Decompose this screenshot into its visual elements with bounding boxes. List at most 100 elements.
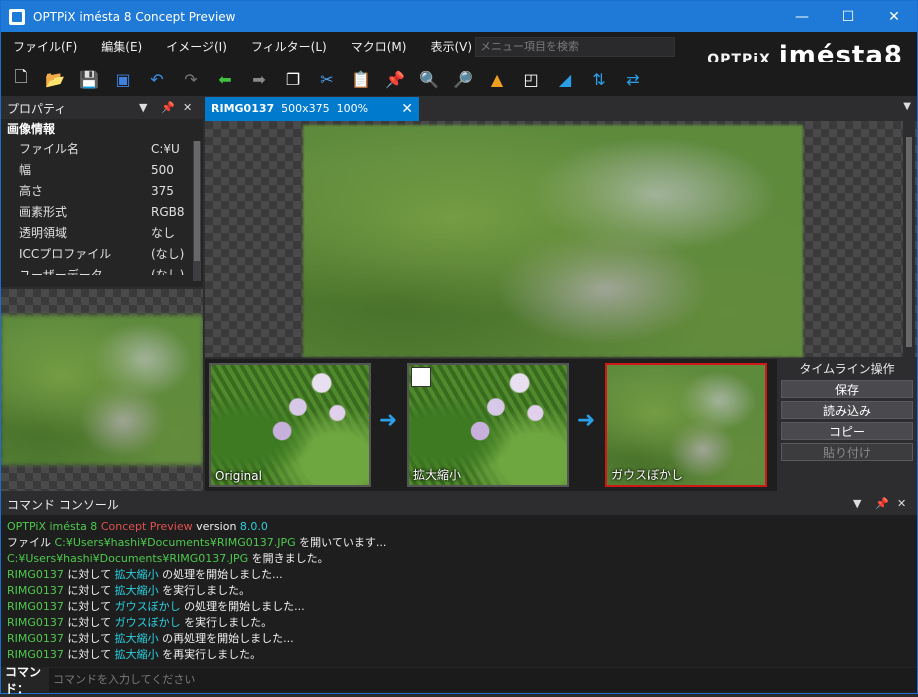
- console-segment: の処理を開始しました...: [158, 568, 283, 581]
- save-icon[interactable]: 💾: [77, 67, 101, 91]
- menu-search-input[interactable]: メニュー項目を検索: [475, 37, 675, 57]
- navigator-preview[interactable]: [1, 289, 203, 491]
- console-segment: RIMG0137: [7, 632, 64, 645]
- timeline-step[interactable]: ガウスぼかし: [605, 363, 767, 487]
- prop-value: (なし): [151, 247, 185, 261]
- load-timeline-button[interactable]: 読み込み: [781, 401, 913, 419]
- console-segment: を開いています...: [295, 536, 387, 549]
- command-input[interactable]: コマンドを入力してください: [49, 668, 917, 692]
- console-output: OPTPiX imésta 8 Concept Preview version …: [1, 515, 917, 667]
- console-segment: 拡大縮小: [114, 584, 159, 597]
- prop-key: ファイル名: [19, 142, 80, 156]
- arrow-icon: ➜: [378, 408, 398, 433]
- paste-timeline-button[interactable]: 貼り付け: [781, 443, 913, 461]
- resize-icon: [411, 367, 431, 387]
- menu-file[interactable]: ファイル(F): [1, 32, 89, 62]
- console-segment: RIMG0137: [7, 648, 64, 661]
- maximize-button[interactable]: ☐: [825, 1, 871, 32]
- forward-arrow-icon[interactable]: ➡: [247, 67, 271, 91]
- zoom-in-icon[interactable]: 🔍: [417, 67, 441, 91]
- color-reduce-icon[interactable]: ▲: [485, 67, 509, 91]
- console-segment: を開きました。: [248, 552, 329, 565]
- doc-size: 500x375: [281, 102, 330, 115]
- prop-row[interactable]: 高さ 375: [1, 181, 203, 202]
- console-segment: 拡大縮小: [114, 632, 159, 645]
- command-bar: コマンド： コマンドを入力してください: [1, 665, 917, 696]
- console-segment: に対して: [63, 568, 115, 581]
- undo-icon[interactable]: ↶: [145, 67, 169, 91]
- menu-macro[interactable]: マクロ(M): [339, 32, 419, 62]
- properties-header: プロパティ ▼ 📌 ✕: [1, 97, 203, 119]
- pin-icon[interactable]: 📌: [161, 97, 175, 119]
- console-line: RIMG0137 に対して ガウスぼかし を実行しました。: [7, 615, 911, 631]
- command-label: コマンド：: [5, 665, 42, 696]
- console-segment: ガウスぼかし: [114, 600, 181, 613]
- menu-edit[interactable]: 編集(E): [89, 32, 154, 62]
- console-segment: に対して: [63, 584, 115, 597]
- panel-dropdown-icon[interactable]: ▼: [139, 97, 147, 119]
- image-canvas[interactable]: [205, 121, 917, 357]
- pin-icon[interactable]: 📌: [875, 493, 889, 515]
- prop-value: 500: [151, 163, 174, 177]
- console-segment: Concept Preview: [100, 520, 193, 533]
- menu-image[interactable]: イメージ(I): [154, 32, 239, 62]
- menu-filter[interactable]: フィルター(L): [239, 32, 339, 62]
- console-segment: を再実行しました。: [158, 648, 262, 661]
- back-arrow-icon[interactable]: ⬅: [213, 67, 237, 91]
- copy-icon[interactable]: ❐: [281, 67, 305, 91]
- properties-scrollbar[interactable]: [193, 141, 201, 281]
- console-segment: version: [192, 520, 240, 533]
- prop-row[interactable]: ICCプロファイル (なし): [1, 244, 203, 265]
- paste-icon[interactable]: 📋: [349, 67, 373, 91]
- document-tab[interactable]: RIMG0137 500x375 100% ✕: [205, 97, 419, 121]
- save-timeline-button[interactable]: 保存: [781, 380, 913, 398]
- flip-vertical-icon[interactable]: ⇅: [587, 67, 611, 91]
- minimize-button[interactable]: —: [779, 1, 825, 32]
- close-window-button[interactable]: ✕: [871, 1, 917, 32]
- console-segment: の処理を開始しました...: [180, 600, 305, 613]
- timeline-step[interactable]: Original: [209, 363, 371, 487]
- console-segment: RIMG0137: [7, 568, 64, 581]
- console-segment: を実行しました。: [180, 616, 273, 629]
- console-line: RIMG0137 に対して 拡大縮小 の処理を開始しました...: [7, 567, 911, 583]
- resize-icon[interactable]: ◰: [519, 67, 543, 91]
- tab-list-icon[interactable]: ▼: [903, 101, 911, 112]
- save-all-icon[interactable]: ▣: [111, 67, 135, 91]
- prop-key: 高さ: [19, 184, 44, 198]
- close-tab-icon[interactable]: ✕: [401, 97, 413, 121]
- arrow-icon: ➜: [576, 408, 596, 433]
- app-icon: [9, 8, 25, 25]
- preview-image: [1, 315, 203, 465]
- copy-timeline-button[interactable]: コピー: [781, 422, 913, 440]
- properties-title: プロパティ: [7, 101, 67, 116]
- console-line: OPTPiX imésta 8 Concept Preview version …: [7, 519, 911, 535]
- console-segment: OPTPiX imésta 8: [7, 520, 101, 533]
- redo-icon[interactable]: ↷: [179, 67, 203, 91]
- console-segment: C:¥Users¥hashi¥Documents¥RIMG0137.JPG: [7, 552, 249, 565]
- prop-row[interactable]: 幅 500: [1, 160, 203, 181]
- prop-row[interactable]: ファイル名 C:¥U: [1, 139, 203, 160]
- new-file-icon[interactable]: 🗋: [9, 67, 33, 91]
- title-bar: OPTPiX imésta 8 Concept Preview — ☐ ✕: [1, 1, 917, 32]
- open-folder-icon[interactable]: 📂: [43, 67, 67, 91]
- console-segment: 拡大縮小: [114, 648, 159, 661]
- console-segment: 拡大縮小: [114, 568, 159, 581]
- prop-row[interactable]: 透明領域 なし: [1, 223, 203, 244]
- rotate-icon[interactable]: ◢: [553, 67, 577, 91]
- swap-icon[interactable]: ⇄: [621, 67, 645, 91]
- canvas-scrollbar[interactable]: [903, 121, 915, 357]
- panel-dropdown-icon[interactable]: ▼: [853, 493, 861, 515]
- console-segment: に対して: [63, 648, 115, 661]
- prop-row[interactable]: ユーザーデータ (なし): [1, 265, 203, 275]
- console-segment: を実行しました。: [158, 584, 251, 597]
- zoom-out-icon[interactable]: 🔎: [451, 67, 475, 91]
- paste-new-icon[interactable]: 📌: [383, 67, 407, 91]
- panel-close-icon[interactable]: ✕: [897, 493, 906, 515]
- cut-icon[interactable]: ✂: [315, 67, 339, 91]
- timeline-step[interactable]: 拡大縮小: [407, 363, 569, 487]
- console-segment: に対して: [63, 600, 115, 613]
- console-segment: RIMG0137: [7, 616, 64, 629]
- prop-row[interactable]: 画素形式 RGB8: [1, 202, 203, 223]
- panel-close-icon[interactable]: ✕: [183, 97, 192, 119]
- console-segment: C:¥Users¥hashi¥Documents¥RIMG0137.JPG: [54, 536, 296, 549]
